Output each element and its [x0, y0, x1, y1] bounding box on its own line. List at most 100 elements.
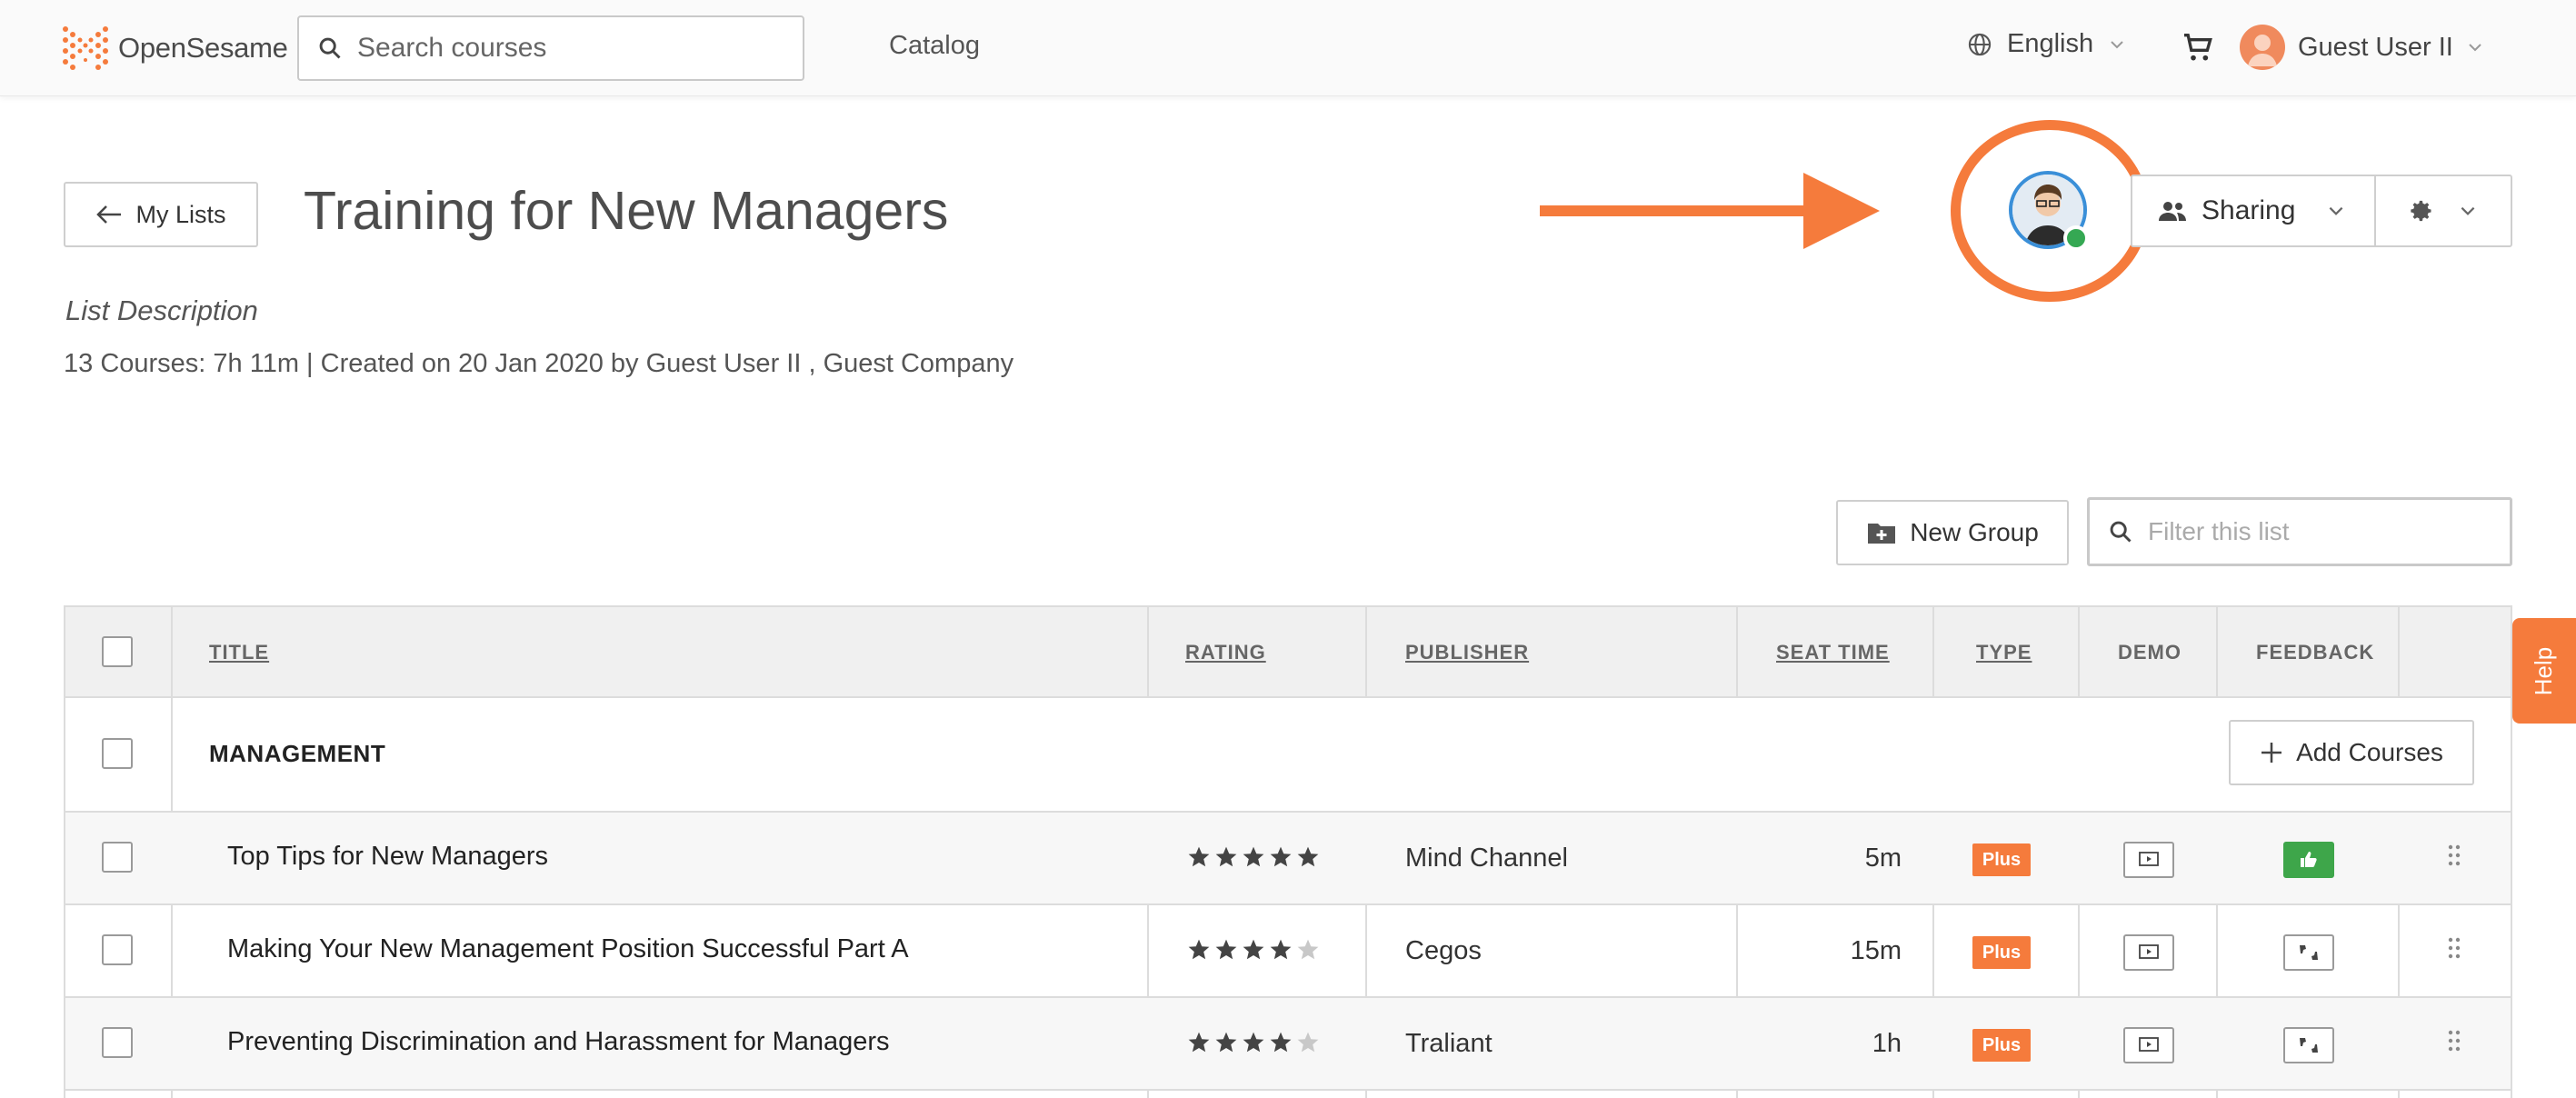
new-group-button[interactable]: New Group	[1836, 500, 2069, 565]
course-list-table: TITLE RATING PUBLISHER SEAT TIME TYPE DE…	[64, 605, 2512, 1098]
search-icon	[319, 37, 341, 59]
group-title[interactable]: MANAGEMENT	[209, 740, 385, 768]
add-courses-button[interactable]: Add Courses	[2229, 720, 2474, 785]
chevron-down-icon	[2461, 206, 2475, 215]
column-divider	[171, 607, 173, 698]
rating-stars	[1187, 1031, 1320, 1054]
course-title[interactable]: Preventing Discrimination and Harassment…	[227, 1027, 890, 1057]
course-search[interactable]	[297, 15, 804, 81]
star-icon	[1270, 846, 1292, 867]
search-icon	[2110, 521, 2132, 543]
thumbs-up-icon	[2301, 852, 2317, 867]
drag-handle-icon[interactable]	[2447, 1029, 2461, 1057]
play-video-icon	[2139, 1037, 2159, 1052]
column-divider	[1932, 607, 1934, 698]
page-title: Training for New Managers	[304, 181, 949, 241]
shopping-cart-icon	[2184, 34, 2212, 61]
star-icon	[1215, 1032, 1237, 1053]
star-icon	[1270, 1032, 1292, 1053]
opensesame-logo[interactable]: OpenSesame	[60, 24, 288, 73]
help-label: Help	[2530, 646, 2558, 695]
plus-icon	[2261, 743, 2282, 763]
user-menu[interactable]: Guest User II	[2240, 25, 2484, 70]
demo-preview-button[interactable]	[2123, 1027, 2174, 1063]
course-type-badge: Plus	[1972, 936, 2031, 969]
people-icon	[2159, 202, 2186, 221]
column-header-demo: DEMO	[2118, 641, 2182, 664]
sharing-dropdown-button[interactable]: Sharing	[2131, 175, 2376, 247]
user-avatar	[2240, 25, 2285, 70]
play-video-icon	[2139, 944, 2159, 959]
column-divider	[2398, 607, 2400, 698]
select-all-checkbox[interactable]	[102, 636, 133, 667]
column-header-feedback: FEEDBACK	[2256, 641, 2375, 664]
column-divider	[171, 698, 173, 813]
column-header-title[interactable]: TITLE	[209, 607, 269, 698]
search-input[interactable]	[357, 33, 775, 64]
star-icon	[1297, 1032, 1319, 1053]
demo-preview-button[interactable]	[2123, 934, 2174, 971]
chevron-down-icon	[2111, 40, 2123, 48]
table-row[interactable]: Preventing Discrimination and Harassment…	[65, 998, 2511, 1091]
star-icon	[1243, 939, 1264, 960]
star-icon	[1243, 1032, 1264, 1053]
chevron-down-icon	[2330, 206, 2343, 215]
table-header: TITLE RATING PUBLISHER SEAT TIME TYPE DE…	[65, 607, 2511, 698]
help-tab[interactable]: Help	[2512, 618, 2576, 724]
nav-catalog-link[interactable]: Catalog	[889, 31, 980, 61]
star-icon	[1215, 846, 1237, 867]
star-icon	[1188, 1032, 1210, 1053]
column-divider	[1365, 607, 1367, 698]
rating-stars	[1187, 938, 1320, 962]
list-filter[interactable]	[2087, 497, 2512, 566]
list-description[interactable]: List Description	[65, 294, 258, 327]
demo-preview-button[interactable]	[2123, 842, 2174, 878]
table-row[interactable]: Top Tips for New Managers Mind Channel 5…	[65, 813, 2511, 905]
course-publisher: Mind Channel	[1405, 843, 1568, 873]
drag-handle-icon[interactable]	[2447, 936, 2461, 964]
table-row[interactable]: Making Your New Management Position Succ…	[65, 905, 2511, 998]
course-publisher: Traliant	[1405, 1029, 1493, 1058]
star-icon	[1188, 846, 1210, 867]
feedback-button[interactable]	[2283, 1027, 2334, 1063]
column-header-type[interactable]: TYPE	[1976, 607, 2032, 698]
opensesame-logo-mark-icon	[63, 26, 108, 70]
star-icon	[1243, 846, 1264, 867]
course-title[interactable]: Making Your New Management Position Succ…	[227, 934, 909, 964]
play-video-icon	[2139, 852, 2159, 866]
course-publisher: Cegos	[1405, 936, 1482, 965]
arrow-left-icon	[96, 205, 122, 224]
course-type-badge: Plus	[1972, 1029, 2031, 1062]
drag-handle-icon[interactable]	[2447, 843, 2461, 872]
thumbs-up-down-icon	[2300, 945, 2318, 960]
top-navigation-bar: OpenSesame Catalog English Guest User II	[0, 0, 2576, 96]
list-settings-button[interactable]	[2374, 175, 2512, 247]
thumbs-up-down-icon	[2300, 1038, 2318, 1053]
filter-input[interactable]	[2148, 517, 2493, 546]
add-courses-label: Add Courses	[2296, 738, 2443, 766]
annotation-highlight-circle	[1951, 120, 2149, 302]
group-checkbox[interactable]	[102, 738, 133, 769]
back-to-my-lists-button[interactable]: My Lists	[64, 182, 258, 247]
column-divider	[2216, 607, 2218, 698]
back-button-label: My Lists	[135, 200, 226, 228]
column-header-seat-time[interactable]: SEAT TIME	[1776, 607, 1890, 698]
course-type-badge: Plus	[1972, 843, 2031, 876]
language-selector[interactable]: English	[1967, 29, 2126, 59]
cart-button[interactable]	[2180, 29, 2216, 70]
brand-name: OpenSesame	[118, 32, 288, 64]
feedback-button[interactable]	[2283, 934, 2334, 971]
row-checkbox[interactable]	[102, 842, 133, 873]
course-title[interactable]: Top Tips for New Managers	[227, 842, 548, 872]
folder-plus-icon	[1868, 524, 1896, 544]
rating-stars	[1187, 845, 1320, 869]
row-checkbox[interactable]	[102, 1027, 133, 1058]
globe-icon	[1968, 33, 1992, 55]
column-divider	[1147, 607, 1149, 698]
user-name: Guest User II	[2298, 32, 2453, 62]
column-header-publisher[interactable]: PUBLISHER	[1405, 607, 1529, 698]
column-header-rating[interactable]: RATING	[1185, 607, 1266, 698]
feedback-liked-button[interactable]	[2283, 842, 2334, 878]
row-checkbox[interactable]	[102, 934, 133, 965]
new-group-label: New Group	[1910, 518, 2039, 546]
